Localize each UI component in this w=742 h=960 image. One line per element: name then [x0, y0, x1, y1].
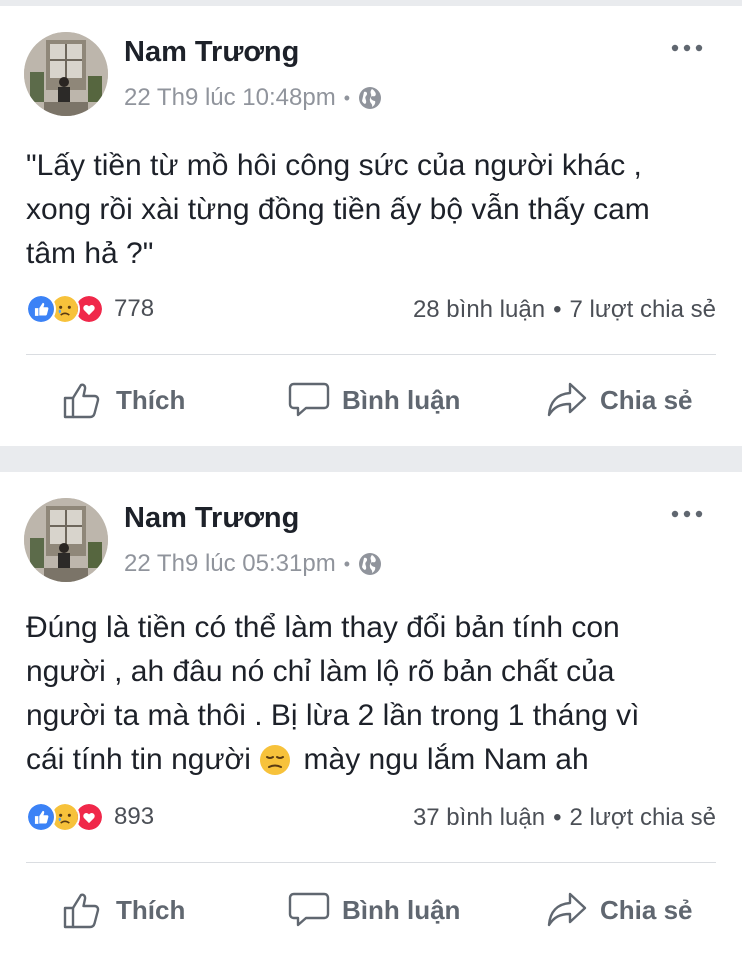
avatar[interactable]: [24, 32, 108, 116]
comment-count[interactable]: 28 bình luận: [413, 296, 545, 323]
post-text-line: Đúng là tiền có thể làm thay đổi bản tín…: [26, 611, 620, 644]
author-name[interactable]: Nam Trương: [124, 502, 299, 535]
comment-icon: [288, 382, 330, 417]
post-text-segment: cái tính tin người: [26, 743, 260, 776]
engagement-counts: 28 bình luận • 7 lượt chia sẻ: [413, 296, 716, 324]
thumbs-up-icon: [63, 383, 100, 419]
share-icon: [547, 892, 587, 927]
post-header: Nam Trương 22 Th9 lúc 10:48pm •: [0, 6, 742, 116]
share-count[interactable]: 7 lượt chia sẻ: [569, 296, 716, 323]
post-stats: 893 37 bình luận • 2 lượt chia sẻ: [0, 802, 742, 842]
share-button[interactable]: Chia sẻ: [546, 890, 693, 930]
comment-count[interactable]: 37 bình luận: [413, 804, 545, 831]
timestamp[interactable]: 22 Th9 lúc 10:48pm: [124, 84, 336, 112]
post-text-line: người ta mà thôi . Bị lừa 2 lần trong 1 …: [26, 699, 640, 732]
post-actions: Thích Bình luận Chia sẻ: [0, 890, 742, 950]
comment-button[interactable]: Bình luận: [288, 890, 460, 930]
like-label: Thích: [116, 894, 186, 925]
divider: [26, 862, 716, 863]
share-icon: [547, 382, 587, 417]
comment-label: Bình luận: [342, 894, 461, 925]
post-stats: 778 28 bình luận • 7 lượt chia sẻ: [0, 294, 742, 334]
more-options-icon[interactable]: [670, 42, 704, 54]
post-text-line: "Lấy tiền từ mồ hôi công sức của người k…: [26, 149, 642, 182]
post-header: Nam Trương 22 Th9 lúc 05:31pm •: [0, 472, 742, 582]
post-text: Đúng là tiền có thể làm thay đổi bản tín…: [26, 606, 726, 782]
post-text-line: xong rồi xài từng đồng tiền ấy bộ vẫn th…: [26, 193, 650, 226]
reaction-count: 778: [114, 295, 155, 322]
meta-separator: •: [343, 87, 351, 108]
like-label: Thích: [116, 384, 186, 415]
post-text-line: cái tính tin người mày ngu lắm Nam ah: [26, 738, 726, 782]
like-button[interactable]: Thích: [62, 380, 185, 420]
reactions-summary[interactable]: 778: [26, 294, 154, 324]
post-text-segment: mày ngu lắm Nam ah: [295, 743, 589, 776]
like-button[interactable]: Thích: [62, 890, 185, 930]
comment-icon: [288, 892, 330, 927]
thumbs-up-icon: [63, 893, 100, 929]
post-actions: Thích Bình luận Chia sẻ: [0, 380, 742, 440]
post-meta: 22 Th9 lúc 05:31pm •: [124, 550, 382, 578]
avatar[interactable]: [24, 498, 108, 582]
like-icon: [26, 802, 56, 832]
like-icon: [26, 294, 56, 324]
post-card: Nam Trương 22 Th9 lúc 10:48pm • "Lấy tiề…: [0, 6, 742, 446]
reaction-count: 893: [114, 803, 155, 830]
post-text-line: tâm hả ?": [26, 237, 154, 270]
post-text: "Lấy tiền từ mồ hôi công sức của người k…: [26, 144, 726, 276]
comment-label: Bình luận: [342, 384, 461, 415]
reactions-summary[interactable]: 893: [26, 802, 154, 832]
stats-separator: •: [553, 804, 562, 831]
post-meta: 22 Th9 lúc 10:48pm •: [124, 84, 382, 112]
disappointed-face-emoji: [260, 745, 291, 775]
globe-icon[interactable]: [358, 552, 382, 576]
globe-icon[interactable]: [358, 86, 382, 110]
share-count[interactable]: 2 lượt chia sẻ: [569, 804, 716, 831]
post-card: Nam Trương 22 Th9 lúc 05:31pm • Đúng là …: [0, 472, 742, 960]
post-text-line: người , ah đâu nó chỉ làm lộ rõ bản chất…: [26, 655, 615, 688]
news-feed: Nam Trương 22 Th9 lúc 10:48pm • "Lấy tiề…: [0, 0, 742, 960]
share-label: Chia sẻ: [600, 894, 693, 925]
more-options-icon[interactable]: [670, 508, 704, 520]
share-button[interactable]: Chia sẻ: [546, 380, 693, 420]
meta-separator: •: [343, 553, 351, 574]
divider: [26, 354, 716, 355]
share-label: Chia sẻ: [600, 384, 693, 415]
engagement-counts: 37 bình luận • 2 lượt chia sẻ: [413, 804, 716, 832]
author-name[interactable]: Nam Trương: [124, 36, 299, 69]
timestamp[interactable]: 22 Th9 lúc 05:31pm: [124, 550, 336, 578]
stats-separator: •: [553, 296, 562, 323]
comment-button[interactable]: Bình luận: [288, 380, 460, 420]
